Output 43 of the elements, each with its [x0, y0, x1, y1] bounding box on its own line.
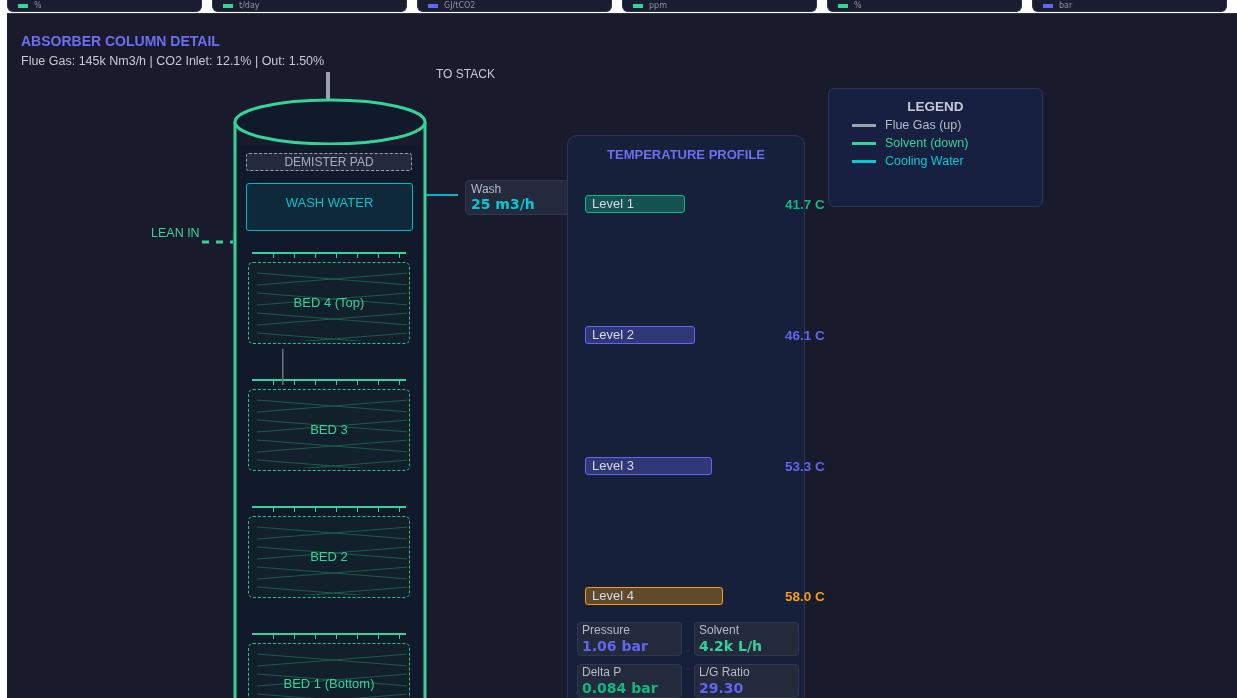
metric-label: L/G Ratio [699, 665, 751, 680]
stack-label: TO STACK [436, 67, 495, 81]
flow-line [282, 349, 284, 385]
wash-water-section: WASH WATER [246, 183, 413, 231]
level-bar: Level 2 [585, 326, 696, 344]
panel-title: TEMPERATURE PROFILE [606, 147, 766, 162]
unit-label: t/day [239, 1, 260, 10]
metric-value: 29.30 [699, 680, 745, 697]
unit-label: bar [1059, 1, 1073, 10]
bed-label: BED 2 [309, 549, 349, 564]
wash-flow-label: Wash [471, 182, 503, 196]
wash-flow-value: 25 m3/h [471, 196, 536, 212]
wash-line [426, 194, 458, 196]
unit-label: GJ/tCO2 [444, 1, 476, 10]
lean-in-label: LEAN IN [151, 226, 200, 240]
level-bar: Level 3 [585, 457, 712, 475]
temperature-value: 58.0 C [785, 588, 825, 604]
temperature-value: 53.3 C [785, 458, 825, 474]
temperature-value: 41.7 C [785, 196, 825, 212]
legend-label: Flue Gas (up) [885, 118, 962, 132]
lean-in-line [202, 240, 233, 244]
legend-label: Cooling Water [885, 154, 964, 168]
metric-value: 0.084 bar [582, 680, 659, 697]
metric-value: 4.2k L/h [699, 638, 763, 655]
metric-label: Solvent [699, 623, 741, 638]
temperature-value: 46.1 C [785, 327, 825, 343]
demister-pad: DEMISTER PAD [246, 153, 412, 171]
metric-label: Pressure [582, 623, 632, 638]
metric-label: Delta P [582, 665, 623, 680]
section-subtitle: Flue Gas: 145k Nm3/h | CO2 Inlet: 12.1% | Out: 1.50% [21, 54, 325, 68]
metric-value: 1.06 bar [582, 638, 649, 655]
unit-label: % [854, 1, 862, 10]
legend-label: Solvent (down) [885, 136, 969, 150]
level-bar: Level 4 [585, 587, 723, 605]
section-title: ABSORBER COLUMN DETAIL [21, 33, 220, 49]
legend-title: LEGEND [906, 99, 965, 114]
stack-pipe [326, 72, 330, 100]
bed-label: BED 1 (Bottom) [282, 676, 376, 691]
unit-label: ppm [649, 1, 667, 10]
level-bar: Level 1 [585, 195, 685, 213]
bed-label: BED 3 [309, 422, 349, 437]
unit-label: % [34, 1, 42, 10]
bed-label: BED 4 (Top) [292, 295, 366, 310]
